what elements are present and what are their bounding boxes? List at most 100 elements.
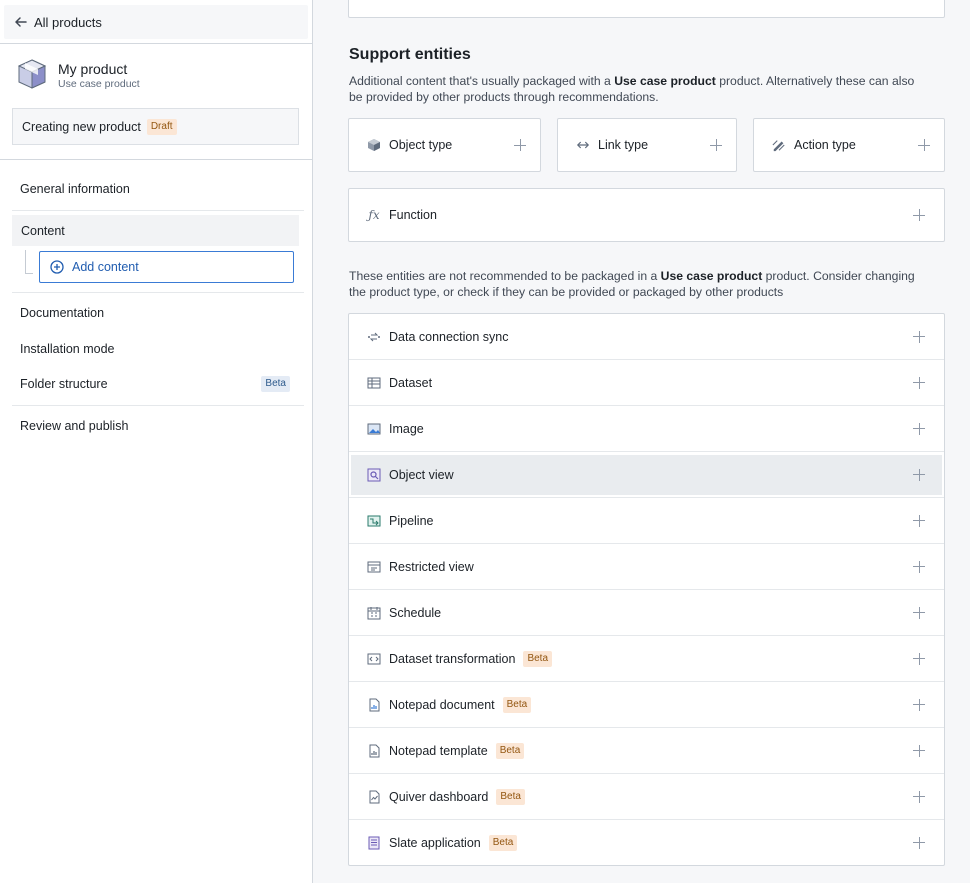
not-recommended-entity-list: Data connection sync Dataset Image Objec…	[348, 313, 945, 866]
product-name: My product	[58, 61, 128, 77]
beta-badge: Beta	[261, 376, 290, 392]
plus-icon[interactable]	[913, 744, 925, 757]
product-type: Use case product	[58, 78, 140, 90]
product-cube-icon	[16, 58, 48, 93]
entity-label: Image	[389, 421, 424, 436]
plus-icon[interactable]	[913, 376, 925, 389]
support-entities-description: Additional content that's usually packag…	[349, 74, 915, 104]
beta-badge: Beta	[488, 834, 518, 851]
sidebar: All products My product Use case product…	[0, 0, 313, 883]
nav-review-and-publish[interactable]: Review and publish	[20, 419, 128, 433]
data-connection-icon	[367, 330, 381, 344]
action-type-card[interactable]: Action type	[753, 118, 945, 172]
plus-icon[interactable]	[913, 560, 925, 573]
entity-row-notepad-document[interactable]: Notepad document Beta	[349, 682, 944, 728]
notepad-template-icon	[367, 744, 381, 758]
restricted-view-icon	[367, 560, 381, 574]
action-type-label: Action type	[794, 138, 856, 152]
slate-icon	[367, 836, 381, 850]
nav-divider	[12, 405, 304, 406]
plus-icon[interactable]	[710, 139, 722, 151]
divider	[0, 43, 312, 44]
plus-icon[interactable]	[514, 139, 526, 151]
link-type-card[interactable]: Link type	[557, 118, 737, 172]
previous-card	[348, 0, 945, 18]
plus-icon[interactable]	[913, 836, 925, 849]
dataset-icon	[367, 376, 381, 390]
pipeline-icon	[367, 514, 381, 528]
nav-general-information[interactable]: General information	[20, 182, 130, 196]
beta-badge: Beta	[495, 742, 525, 759]
image-icon	[367, 422, 381, 436]
entity-row-data-connection-sync[interactable]: Data connection sync	[349, 314, 944, 360]
edit-lines-icon	[772, 138, 786, 152]
schedule-icon	[367, 606, 381, 620]
link-type-label: Link type	[598, 138, 649, 152]
entity-row-dataset[interactable]: Dataset	[349, 360, 944, 406]
cube-icon	[367, 138, 381, 152]
entity-row-slate-application[interactable]: Slate application Beta	[349, 820, 944, 865]
object-type-label: Object type	[389, 138, 453, 152]
entity-row-schedule[interactable]: Schedule	[349, 590, 944, 636]
divider	[0, 159, 312, 160]
nav-divider	[12, 210, 304, 211]
entity-row-restricted-view[interactable]: Restricted view	[349, 544, 944, 590]
plus-icon[interactable]	[913, 514, 925, 527]
support-entities-title: Support entities	[349, 46, 471, 63]
tree-connector	[25, 250, 33, 274]
entity-row-notepad-template[interactable]: Notepad template Beta	[349, 728, 944, 774]
nav-documentation[interactable]: Documentation	[20, 306, 104, 320]
plus-icon[interactable]	[913, 790, 925, 803]
entity-row-pipeline[interactable]: Pipeline	[349, 498, 944, 544]
beta-badge: Beta	[523, 650, 553, 667]
status-text: Creating new product	[22, 119, 141, 134]
folder-structure-label: Folder structure	[20, 377, 108, 391]
add-content-button[interactable]: Add content	[39, 251, 294, 283]
entity-label: Dataset	[389, 375, 433, 390]
plus-icon[interactable]	[913, 698, 925, 711]
all-products-back-button[interactable]: All products	[4, 5, 308, 39]
notepad-document-icon	[367, 698, 381, 712]
entity-label: Object view	[389, 467, 454, 482]
nav-divider	[12, 292, 304, 293]
entity-row-quiver-dashboard[interactable]: Quiver dashboard Beta	[349, 774, 944, 820]
entity-label: Quiver dashboard	[389, 789, 489, 804]
beta-badge: Beta	[496, 788, 525, 805]
back-label: All products	[34, 14, 102, 30]
quiver-icon	[367, 790, 381, 804]
object-type-card[interactable]: Object type	[348, 118, 541, 172]
not-recommended-description: These entities are not recommended to be…	[349, 269, 915, 299]
nav-content[interactable]: Content	[12, 215, 299, 246]
entity-row-image[interactable]: Image	[349, 406, 944, 452]
entity-label: Notepad document	[389, 697, 495, 712]
plus-icon[interactable]	[913, 606, 925, 619]
plus-circle-icon	[50, 260, 64, 274]
main-panel: Support entities Additional content that…	[313, 0, 970, 883]
plus-icon[interactable]	[913, 468, 925, 481]
arrows-horizontal-icon	[576, 138, 590, 152]
plus-icon[interactable]	[913, 422, 925, 435]
add-content-label: Add content	[72, 260, 139, 274]
object-view-icon	[367, 468, 381, 482]
function-label: Function	[389, 208, 437, 222]
entity-label: Schedule	[389, 605, 442, 620]
plus-icon[interactable]	[913, 330, 925, 343]
draft-badge: Draft	[146, 118, 177, 135]
beta-badge: Beta	[502, 696, 532, 713]
function-fx-icon: ƒx	[368, 208, 380, 222]
plus-icon[interactable]	[913, 652, 925, 665]
entity-label: Notepad template	[389, 743, 488, 758]
plus-icon[interactable]	[913, 209, 925, 221]
entity-label: Slate application	[389, 835, 481, 850]
nav-installation-mode[interactable]: Installation mode	[20, 342, 115, 356]
plus-icon[interactable]	[918, 139, 930, 151]
product-header: My product Use case product	[16, 58, 140, 93]
entity-row-dataset-transformation[interactable]: Dataset transformation Beta	[349, 636, 944, 682]
function-card[interactable]: ƒx Function	[348, 188, 945, 242]
entity-label: Restricted view	[389, 559, 474, 574]
nav-folder-structure[interactable]: Folder structure Beta	[20, 376, 290, 392]
entity-row-object-view[interactable]: Object view	[351, 454, 942, 495]
entity-label: Dataset transformation	[389, 651, 516, 666]
entity-label: Pipeline	[389, 513, 434, 528]
entity-label: Data connection sync	[389, 329, 509, 344]
